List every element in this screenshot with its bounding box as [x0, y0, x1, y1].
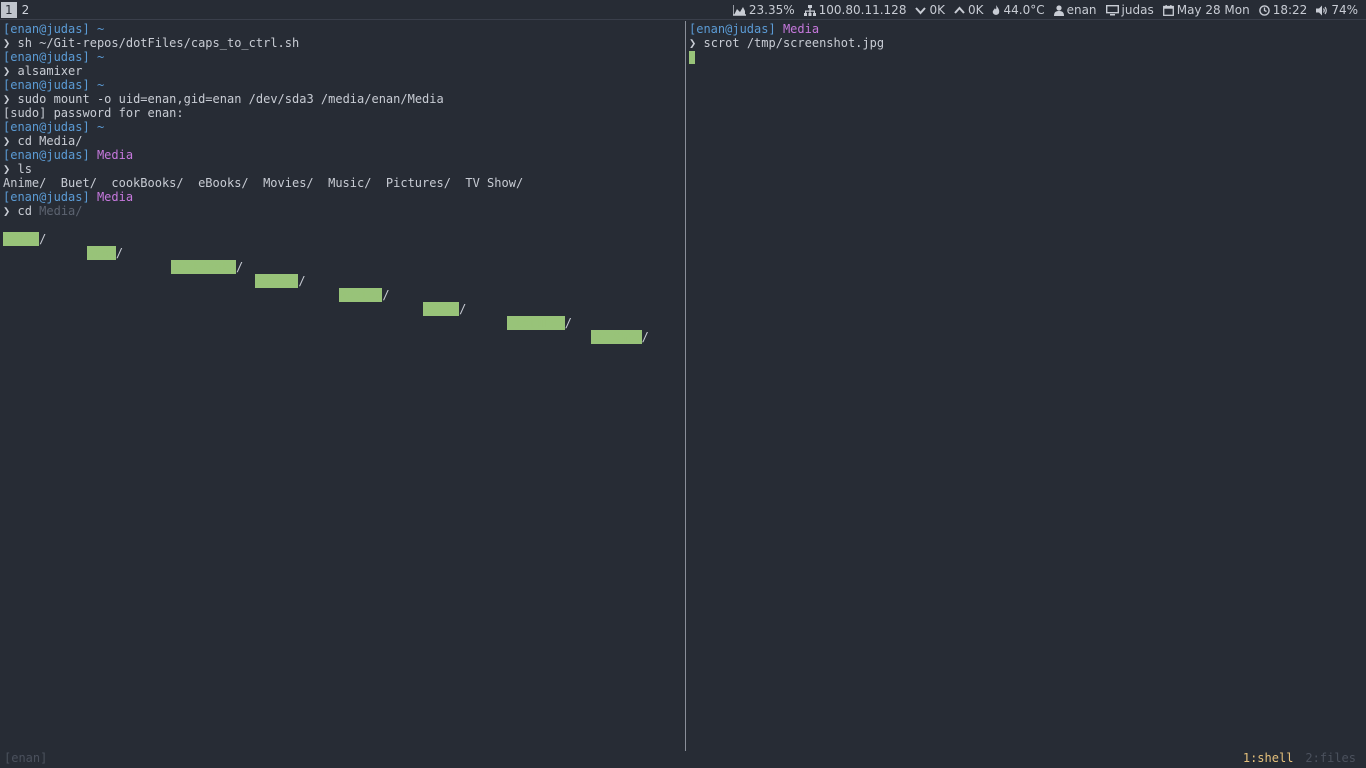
prompt-arrow: ❯: [3, 92, 11, 106]
command-text: cd: [17, 204, 32, 218]
flame-icon: [992, 4, 1000, 16]
chevron-down-icon: [915, 6, 927, 15]
upload-block: 0K: [954, 3, 984, 17]
cpu-value: 23.35%: [748, 3, 795, 17]
prompt-user: [enan@judas]: [3, 148, 90, 162]
prompt-line: [enan@judas] Media: [689, 22, 1359, 36]
autosuggestion: Media/: [39, 204, 83, 218]
window-tab-files[interactable]: 2:files: [1305, 751, 1356, 765]
terminal-pane-right[interactable]: [enan@judas] Media ❯ scrot /tmp/screensh…: [689, 22, 1359, 748]
prompt-user: [enan@judas]: [3, 190, 90, 204]
window-list: 1:shell 2:files: [1243, 750, 1356, 766]
prompt-line: [enan@judas] ~: [3, 22, 683, 36]
network-block: 100.80.11.128: [803, 3, 907, 17]
prompt-arrow: ❯: [3, 64, 11, 78]
command-text: cd Media/: [17, 134, 83, 148]
cpu-block: 23.35%: [732, 3, 795, 17]
prompt-line: [enan@judas] ~: [3, 50, 683, 64]
user-value: enan: [1066, 3, 1097, 17]
window-tab-shell[interactable]: 1:shell: [1243, 751, 1294, 765]
temperature-block: 44.0°C: [992, 3, 1045, 17]
time-block: 18:22: [1258, 3, 1308, 17]
prompt-dir: Media: [96, 148, 134, 162]
prompt-user: [enan@judas]: [3, 120, 90, 134]
prompt-line: [enan@judas] ~: [3, 120, 683, 134]
clock-icon: [1258, 4, 1270, 16]
terminal-pane-left[interactable]: [enan@judas] ~ ❯ sh ~/Git-repos/dotFiles…: [3, 22, 683, 748]
host-block: judas: [1105, 3, 1154, 17]
command-line: ❯ sh ~/Git-repos/dotFiles/caps_to_ctrl.s…: [3, 36, 683, 50]
prompt-arrow: ❯: [3, 36, 11, 50]
input-line[interactable]: [689, 50, 1359, 64]
command-line: ❯ ls: [3, 162, 683, 176]
prompt-arrow: ❯: [3, 162, 11, 176]
prompt-user: [enan@judas]: [3, 22, 90, 36]
prompt-line: [enan@judas] ~: [3, 78, 683, 92]
prompt-arrow: ❯: [3, 204, 11, 218]
pane-divider[interactable]: [685, 21, 686, 751]
prompt-line: [enan@judas] Media: [3, 148, 683, 162]
workspace-1[interactable]: 1: [1, 2, 17, 18]
prompt-dir: ~: [96, 78, 105, 92]
workspace-2[interactable]: 2: [18, 2, 34, 18]
tmux-status-bar: [enan] 1:shell 2:files: [0, 750, 1366, 768]
volume-block: 74%: [1316, 3, 1358, 17]
command-line[interactable]: ❯ cd Media/: [3, 204, 683, 218]
chart-icon: [732, 4, 746, 16]
prompt-line: [enan@judas] Media: [3, 190, 683, 204]
prompt-arrow: ❯: [689, 36, 697, 50]
command-text: ls: [17, 162, 32, 176]
completion-item[interactable]: Movies/: [339, 288, 390, 302]
command-line: ❯ alsamixer: [3, 64, 683, 78]
prompt-user: [enan@judas]: [689, 22, 776, 36]
completion-list: Anime/ Buet/ cookBooks/ eBooks/ Movies/ …: [3, 218, 683, 344]
completion-item[interactable]: cookBooks/: [171, 260, 243, 274]
volume-value: 74%: [1331, 3, 1358, 17]
command-text: sudo mount -o uid=enan,gid=enan /dev/sda…: [17, 92, 444, 106]
completion-item[interactable]: Anime/: [3, 232, 46, 246]
chevron-up-icon: [954, 6, 965, 15]
date-value: May 28 Mon: [1176, 3, 1250, 17]
prompt-dir: ~: [96, 50, 105, 64]
date-block: May 28 Mon: [1162, 3, 1250, 17]
user-block: enan: [1053, 3, 1097, 17]
download-value: 0K: [929, 3, 945, 17]
temperature-value: 44.0°C: [1003, 3, 1045, 17]
ls-output: Anime/ Buet/ cookBooks/ eBooks/ Movies/ …: [3, 176, 524, 190]
prompt-arrow: ❯: [3, 134, 11, 148]
terminal-cursor: [689, 51, 695, 64]
output-line: [sudo] password for enan:: [3, 106, 184, 120]
user-icon: [1053, 4, 1064, 16]
completion-item[interactable]: Music/: [423, 302, 466, 316]
prompt-dir: Media: [782, 22, 820, 36]
speaker-icon: [1316, 5, 1328, 16]
completion-item[interactable]: eBooks/: [255, 274, 306, 288]
prompt-user: [enan@judas]: [3, 78, 90, 92]
status-bar: 23.35% 100.80.11.128 0K 0K 44.0°C enan j…: [724, 0, 1358, 20]
command-text: sh ~/Git-repos/dotFiles/caps_to_ctrl.sh: [17, 36, 300, 50]
completion-item[interactable]: Buet/: [87, 246, 123, 260]
command-line: ❯ cd Media/: [3, 134, 683, 148]
ip-value: 100.80.11.128: [818, 3, 907, 17]
prompt-dir: ~: [96, 120, 105, 134]
monitor-icon: [1105, 4, 1119, 16]
workspace-switcher: 1 2: [0, 0, 33, 20]
command-text: scrot /tmp/screenshot.jpg: [703, 36, 885, 50]
session-name: [enan]: [4, 751, 48, 765]
network-icon: [803, 4, 816, 16]
command-text: alsamixer: [17, 64, 83, 78]
calendar-icon: [1162, 4, 1174, 16]
command-line: ❯ sudo mount -o uid=enan,gid=enan /dev/s…: [3, 92, 683, 106]
prompt-dir: Media: [96, 190, 134, 204]
completion-item[interactable]: Pictures/: [507, 316, 572, 330]
prompt-dir: ~: [96, 22, 105, 36]
completion-item[interactable]: TV Show/: [591, 330, 649, 344]
download-block: 0K: [915, 3, 945, 17]
prompt-user: [enan@judas]: [3, 50, 90, 64]
top-bar: 1 2 23.35% 100.80.11.128 0K 0K 44.0°C en…: [0, 0, 1366, 20]
upload-value: 0K: [967, 3, 984, 17]
command-line: ❯ scrot /tmp/screenshot.jpg: [689, 36, 1359, 50]
time-value: 18:22: [1272, 3, 1308, 17]
host-value: judas: [1121, 3, 1154, 17]
